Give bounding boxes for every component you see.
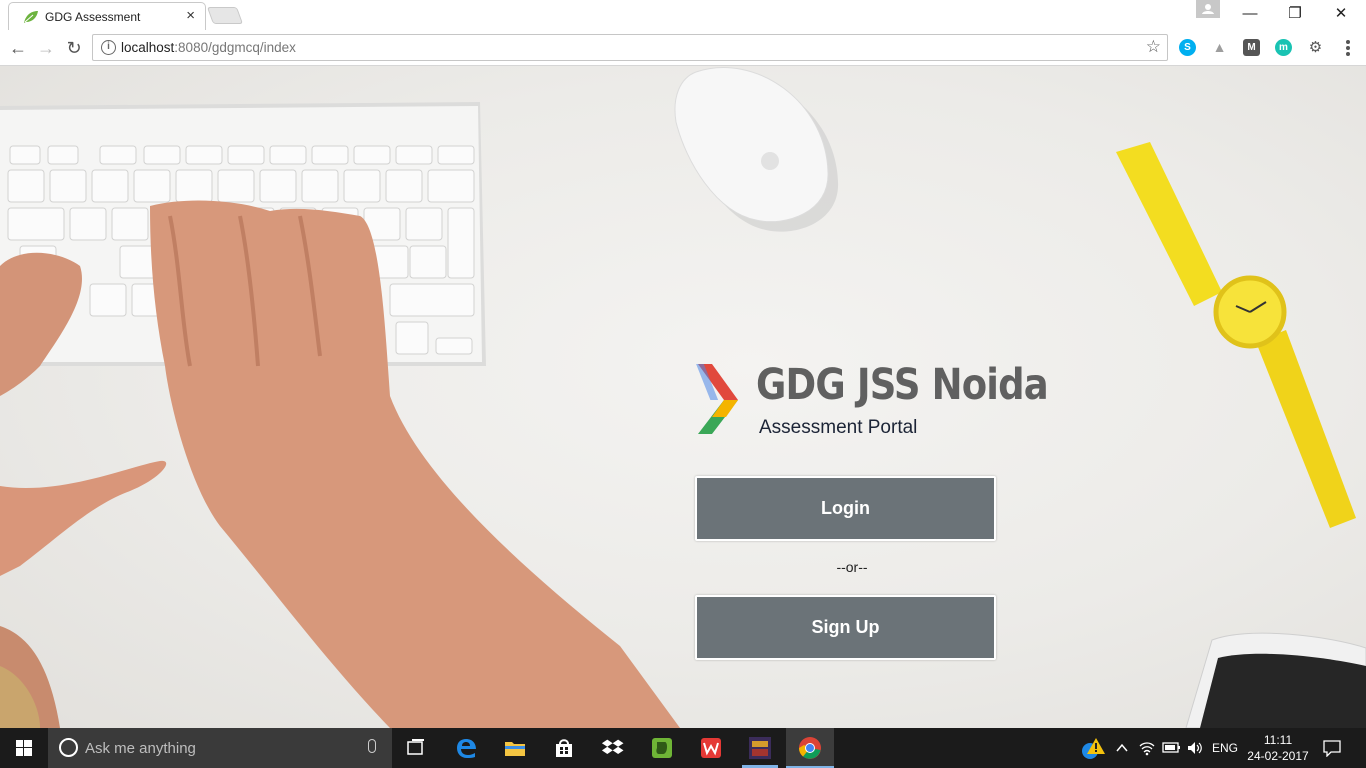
- brand-block: GDG JSS Noida Assessment Portal: [696, 360, 1049, 440]
- phone-image: [1185, 632, 1366, 728]
- clock-date: 24-02-2017: [1247, 749, 1309, 763]
- info-icon[interactable]: i: [101, 40, 116, 55]
- brand-subtitle: Assessment Portal: [759, 417, 918, 438]
- leaf-favicon-icon: [24, 11, 38, 23]
- game-app-icon[interactable]: [748, 736, 772, 760]
- m-box-extension-icon[interactable]: M: [1243, 39, 1260, 56]
- start-button[interactable]: [0, 728, 48, 768]
- store-icon[interactable]: [552, 736, 576, 760]
- skype-extension-icon[interactable]: S: [1179, 39, 1196, 56]
- clock[interactable]: 11:11 24-02-2017: [1246, 732, 1310, 764]
- wifi-icon[interactable]: [1138, 740, 1156, 756]
- tab-strip: GDG Assessment × — ❐ ✕: [0, 0, 1366, 30]
- minimize-button[interactable]: —: [1227, 3, 1273, 25]
- browser-toolbar: ← → ↻ i localhost:8080/gdgmcq/index ☆ S …: [0, 30, 1366, 66]
- warning-tray-icon[interactable]: [1080, 736, 1106, 762]
- url-text[interactable]: localhost:8080/gdgmcq/index: [121, 40, 296, 55]
- new-tab-button[interactable]: [206, 7, 244, 24]
- gdg-chevron-logo-icon: [696, 364, 738, 434]
- volume-icon[interactable]: [1186, 740, 1204, 756]
- bookmark-star-icon[interactable]: ☆: [1146, 37, 1161, 57]
- taskbar: Ask me anything ENG 11:11 24-02-2017: [0, 728, 1366, 768]
- language-indicator[interactable]: ENG: [1212, 741, 1238, 755]
- chrome-menu-icon[interactable]: [1346, 38, 1352, 58]
- edge-browser-icon[interactable]: [454, 736, 478, 760]
- search-placeholder: Ask me anything: [85, 740, 196, 757]
- address-bar[interactable]: i localhost:8080/gdgmcq/index ☆: [92, 34, 1168, 61]
- url-path: :8080/gdgmcq/index: [174, 40, 296, 55]
- file-explorer-icon[interactable]: [503, 736, 527, 760]
- close-window-button[interactable]: ✕: [1318, 3, 1364, 25]
- url-host: localhost: [121, 40, 175, 55]
- windows-logo-icon: [16, 740, 32, 756]
- evernote-icon[interactable]: [650, 736, 674, 760]
- or-separator: --or--: [836, 559, 868, 575]
- tab-title: GDG Assessment: [45, 10, 141, 24]
- forward-button[interactable]: →: [34, 36, 58, 60]
- clock-time: 11:11: [1263, 733, 1293, 747]
- back-button[interactable]: ←: [6, 36, 30, 60]
- signup-button[interactable]: Sign Up: [695, 595, 996, 660]
- tab-close-icon[interactable]: ×: [186, 7, 195, 24]
- reload-button[interactable]: ↻: [62, 36, 86, 60]
- profile-button[interactable]: [1196, 0, 1220, 18]
- login-button[interactable]: Login: [695, 476, 996, 541]
- chrome-icon: [799, 737, 821, 759]
- wps-office-icon[interactable]: [699, 736, 723, 760]
- action-center-icon[interactable]: [1322, 739, 1342, 757]
- drive-extension-icon[interactable]: ▲: [1211, 39, 1228, 56]
- battery-icon[interactable]: [1162, 741, 1182, 755]
- chrome-settings-extension-icon[interactable]: ⚙: [1307, 39, 1324, 56]
- restore-button[interactable]: ❐: [1272, 3, 1318, 25]
- task-view-icon[interactable]: [404, 736, 428, 760]
- m-circle-extension-icon[interactable]: m: [1275, 39, 1292, 56]
- brand-title: GDG JSS Noida: [756, 360, 1049, 410]
- chrome-taskbar-active[interactable]: [786, 728, 834, 768]
- browser-tab[interactable]: GDG Assessment ×: [8, 2, 206, 30]
- person-icon: [1202, 4, 1214, 14]
- mouse-image: [674, 67, 839, 232]
- watch-image: [1116, 142, 1356, 528]
- desk-background-image: [0, 67, 1366, 728]
- landing-page: GDG JSS Noida Assessment Portal Login --…: [0, 66, 1366, 728]
- dropbox-icon[interactable]: [601, 736, 625, 760]
- microphone-icon[interactable]: [368, 739, 376, 753]
- cortana-search-box[interactable]: Ask me anything: [48, 728, 392, 768]
- cortana-icon: [59, 738, 78, 757]
- chevron-up-icon[interactable]: [1114, 740, 1130, 756]
